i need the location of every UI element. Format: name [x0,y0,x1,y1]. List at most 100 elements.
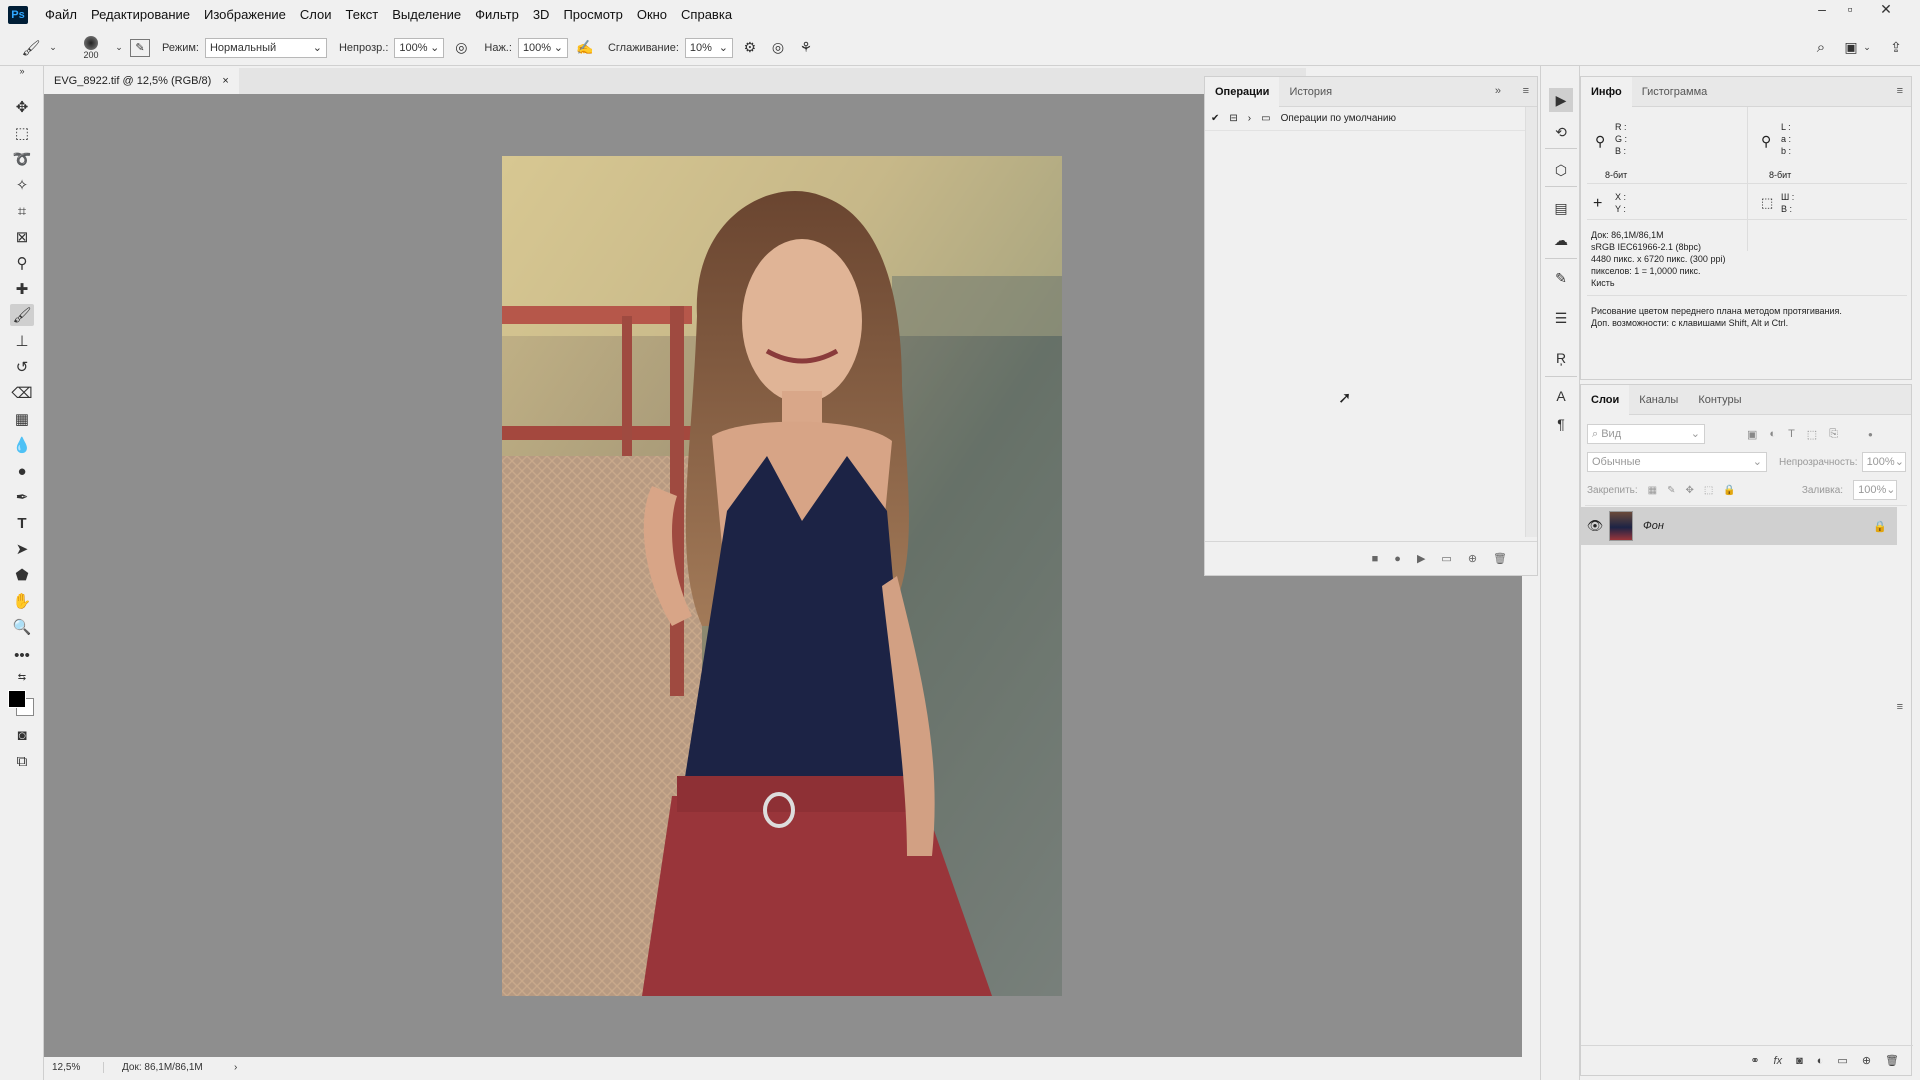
record-icon[interactable]: ● [1394,553,1401,565]
brush-preset-chevron-icon[interactable]: ⌄ [114,42,124,53]
tab-channels[interactable]: Каналы [1629,385,1688,415]
dialog-toggle-icon[interactable]: ⊟ [1229,113,1237,124]
tab-layers[interactable]: Слои [1581,384,1630,415]
zoom-level[interactable]: 12,5% [44,1061,104,1073]
tool-preset-chevron-icon[interactable]: ⌄ [48,42,58,53]
tab-histogram[interactable]: Гистограмма [1632,77,1718,107]
actions-play-icon[interactable]: ▶ [1549,88,1573,112]
document-image[interactable] [502,156,1062,996]
panel-menu-icon[interactable]: ≡ [1897,85,1903,97]
trash-icon[interactable]: 🗑 [1493,552,1507,565]
blur-tool-icon[interactable]: 💧 [10,434,34,456]
character-icon[interactable]: A [1549,384,1573,408]
shape-tool-icon[interactable]: ⬟ [10,564,34,586]
properties-icon[interactable]: Ŗ [1549,346,1573,370]
screen-mode-icon[interactable]: ⧉ [10,750,34,772]
menu-window[interactable]: Окно [630,0,674,30]
lasso-tool-icon[interactable]: ➰ [10,148,34,170]
smoothing-input[interactable]: 10% ⌄ [684,37,733,58]
quick-select-tool-icon[interactable]: ✧ [10,174,34,196]
filter-smart-object-icon[interactable]: ⎘ [1829,428,1838,441]
new-group-icon[interactable]: ▭ [1837,1054,1847,1067]
expand-chevron-icon[interactable]: › [1248,113,1251,124]
menu-help[interactable]: Справка [674,0,739,30]
add-mask-icon[interactable]: ◙ [1796,1055,1803,1067]
new-layer-icon[interactable]: ⊕ [1862,1054,1871,1067]
crop-tool-icon[interactable]: ⌗ [10,200,34,222]
status-menu-arrow[interactable]: › [226,1062,237,1073]
search-icon[interactable]: ⌕ [1810,39,1832,56]
visibility-eye-icon[interactable]: 👁 [1581,518,1609,534]
lock-pixels-icon[interactable]: ✎ [1667,485,1675,496]
toggle-check-icon[interactable]: ✔ [1211,113,1219,124]
tab-actions[interactable]: Операции [1205,76,1280,107]
move-tool-icon[interactable]: ✥ [10,96,34,118]
filter-shape-icon[interactable]: ⬚ [1807,428,1817,441]
filter-type-icon[interactable]: T [1788,428,1795,440]
menu-type[interactable]: Текст [339,0,386,30]
lock-all-icon[interactable]: 🔒 [1723,485,1735,496]
new-action-icon[interactable]: ⊕ [1468,552,1477,565]
path-selection-tool-icon[interactable]: ➤ [10,538,34,560]
foreground-color-swatch[interactable] [8,690,26,708]
menu-image[interactable]: Изображение [197,0,293,30]
brush-tool-icon[interactable]: 🖌 [20,39,42,57]
quick-mask-icon[interactable]: ◙ [10,724,34,746]
brush-presets-icon[interactable]: ☁ [1549,228,1573,252]
pressure-opacity-icon[interactable]: ◎ [450,39,472,56]
new-set-icon[interactable]: ▭ [1441,552,1451,565]
frame-tool-icon[interactable]: ⊠ [10,226,34,248]
history-icon[interactable]: ⟲ [1549,120,1573,144]
pressure-size-icon[interactable]: ◎ [767,39,789,56]
adjustment-layer-icon[interactable]: ◐ [1817,1055,1824,1067]
minimize-icon[interactable]: – [1808,0,1836,18]
hand-tool-icon[interactable]: ✋ [10,590,34,612]
menu-3d[interactable]: 3D [526,0,557,30]
brush-tool-icon[interactable]: 🖌 [10,304,34,326]
fill-input[interactable]: 100% ⌄ [1853,480,1898,500]
layer-kind-filter[interactable]: ⌕ Вид ⌄ [1587,424,1705,444]
brush-settings-icon[interactable]: ✎ [130,38,150,57]
adjustments-icon[interactable]: ☰ [1549,306,1573,330]
filter-toggle-icon[interactable]: ● [1868,430,1873,439]
clone-stamp-tool-icon[interactable]: ⊥ [10,330,34,352]
collapse-toolbar-icon[interactable]: » [10,66,34,76]
healing-brush-tool-icon[interactable]: ✚ [10,278,34,300]
share-icon[interactable]: ⇪ [1885,39,1907,56]
opacity-input[interactable]: 100% ⌄ [394,37,445,58]
panel-expand-icon[interactable]: » [1495,85,1501,97]
type-tool-icon[interactable]: T [10,512,34,534]
lock-transparent-icon[interactable]: ▦ [1648,485,1657,496]
pressure-input[interactable]: 100% ⌄ [517,37,568,58]
workspace-chevron-icon[interactable]: ⌄ [1862,42,1872,53]
link-layers-icon[interactable]: ⚭ [1750,1054,1759,1067]
mode-select[interactable]: Нормальный ⌄ [204,37,327,58]
fx-icon[interactable]: fx [1774,1055,1783,1067]
layer-opacity-input[interactable]: 100% ⌄ [1861,452,1906,472]
filter-pixel-icon[interactable]: ▣ [1747,428,1757,441]
tab-paths[interactable]: Контуры [1688,385,1751,415]
menu-layers[interactable]: Слои [293,0,339,30]
brushes-icon[interactable]: ✎ [1549,266,1573,290]
actions-scrollbar[interactable] [1525,107,1537,537]
lock-artboard-icon[interactable]: ⬚ [1704,485,1713,496]
layer-row[interactable]: 👁 Фон 🔒 [1581,507,1897,545]
eyedropper-tool-icon[interactable]: ⚲ [10,252,34,274]
zoom-tool-icon[interactable]: 🔍 [10,616,34,638]
marquee-tool-icon[interactable]: ⬚ [10,122,34,144]
filter-adjustment-icon[interactable]: ◐ [1769,428,1776,440]
close-tab-icon[interactable]: × [222,75,228,87]
airbrush-icon[interactable]: ✍ [574,39,596,56]
tab-info[interactable]: Инфо [1581,76,1632,107]
play-icon[interactable]: ▶ [1417,552,1425,565]
menu-filter[interactable]: Фильтр [468,0,526,30]
panel-menu-icon[interactable]: ≡ [1523,85,1529,97]
more-tools-icon[interactable]: ••• [10,644,34,666]
3d-icon[interactable]: ⬡ [1549,158,1573,182]
pen-tool-icon[interactable]: ✒ [10,486,34,508]
menu-select[interactable]: Выделение [385,0,468,30]
panel-menu-icon[interactable]: ≡ [1897,701,1903,713]
swap-colors-icon[interactable]: ⇆ [10,670,34,684]
tab-history[interactable]: История [1279,77,1342,107]
history-brush-tool-icon[interactable]: ↺ [10,356,34,378]
